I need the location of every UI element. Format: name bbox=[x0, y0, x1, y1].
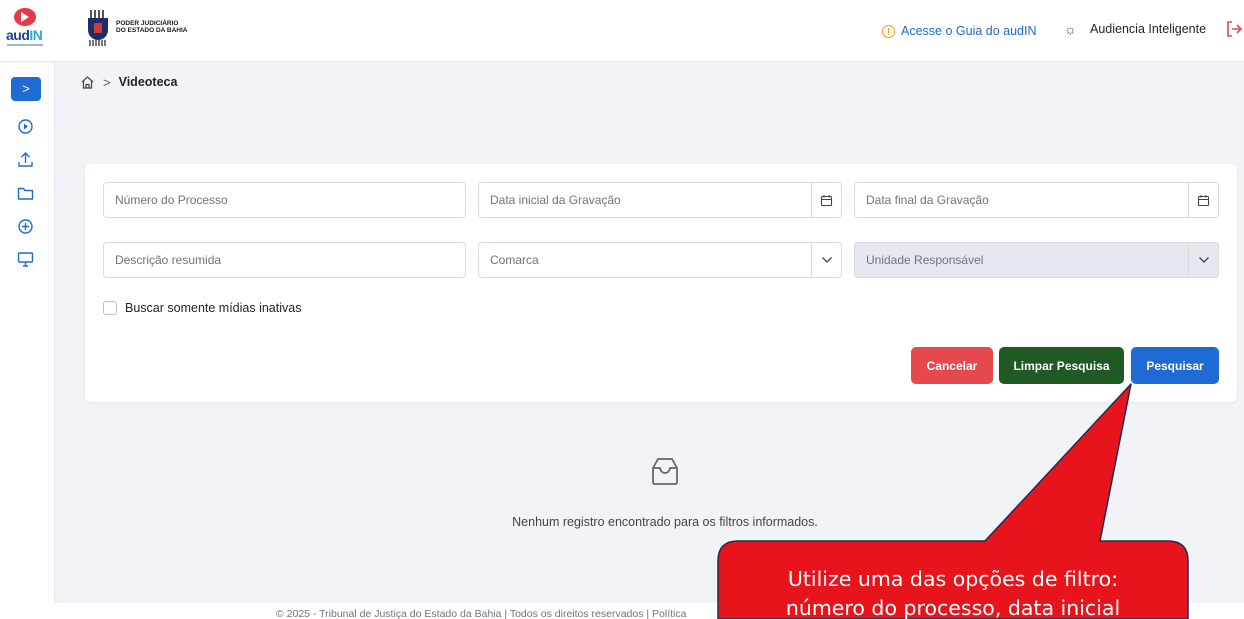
breadcrumb: > Videoteca bbox=[80, 73, 177, 91]
comarca-select[interactable]: Comarca bbox=[478, 242, 842, 278]
process-number-input[interactable]: Número do Processo bbox=[103, 182, 466, 218]
logout-icon[interactable] bbox=[1226, 20, 1242, 38]
start-date-placeholder: Data inicial da Gravação bbox=[490, 193, 621, 207]
folder-icon[interactable] bbox=[17, 185, 34, 202]
description-placeholder: Descrição resumida bbox=[115, 253, 222, 267]
logo-wordmark: audIN bbox=[6, 27, 43, 43]
start-date-input[interactable]: Data inicial da Gravação bbox=[478, 182, 842, 218]
audin-logo[interactable]: audIN bbox=[6, 8, 43, 52]
clear-search-button[interactable]: Limpar Pesquisa bbox=[999, 347, 1124, 384]
play-circle-icon[interactable] bbox=[17, 118, 34, 135]
guide-link[interactable]: Acesse o Guia do audIN bbox=[882, 20, 1037, 42]
home-icon[interactable] bbox=[80, 75, 95, 90]
cancel-button[interactable]: Cancelar bbox=[911, 347, 993, 384]
top-header: audIN PODER JUDICIÁRIO DO ESTADO DA BAHI… bbox=[0, 0, 1244, 62]
description-input[interactable]: Descrição resumida bbox=[103, 242, 466, 278]
inactive-media-option[interactable]: Buscar somente mídias inativas bbox=[103, 301, 301, 315]
end-date-placeholder: Data final da Gravação bbox=[866, 193, 989, 207]
user-name[interactable]: Audiencia Inteligente bbox=[1090, 22, 1206, 36]
court-logo: PODER JUDICIÁRIO DO ESTADO DA BAHIA bbox=[86, 10, 202, 50]
court-name: PODER JUDICIÁRIO DO ESTADO DA BAHIA bbox=[116, 20, 188, 34]
sidebar: > bbox=[0, 63, 55, 603]
footer-text: © 2025 - Tribunal de Justiça do Estado d… bbox=[276, 608, 687, 619]
filter-card: Número do Processo Data inicial da Grava… bbox=[85, 164, 1237, 402]
breadcrumb-current: Videoteca bbox=[118, 75, 178, 89]
search-button[interactable]: Pesquisar bbox=[1131, 347, 1219, 384]
comarca-placeholder: Comarca bbox=[490, 253, 539, 267]
unit-select: Unidade Responsável bbox=[854, 242, 1219, 278]
callout-line-2: número do processo, data inicial bbox=[785, 596, 1121, 619]
calendar-icon[interactable] bbox=[811, 183, 841, 217]
chevron-down-icon bbox=[1188, 243, 1218, 277]
guide-link-label: Acesse o Guia do audIN bbox=[901, 24, 1037, 38]
upload-icon[interactable] bbox=[17, 151, 34, 168]
breadcrumb-separator: > bbox=[103, 74, 111, 90]
plus-circle-icon[interactable] bbox=[17, 218, 34, 235]
info-icon bbox=[882, 24, 895, 38]
logo-play-icon bbox=[21, 12, 29, 22]
monitor-icon[interactable] bbox=[17, 251, 34, 268]
theme-toggle-icon[interactable]: ☼ bbox=[1064, 21, 1077, 37]
unit-placeholder: Unidade Responsável bbox=[866, 253, 984, 267]
sidebar-toggle-button[interactable]: > bbox=[11, 77, 41, 101]
empty-state-message: Nenhum registro encontrado para os filtr… bbox=[512, 515, 818, 529]
court-crest-icon bbox=[86, 10, 110, 48]
calendar-icon[interactable] bbox=[1188, 183, 1218, 217]
callout-text: Utilize uma das opções de filtro: número… bbox=[718, 565, 1188, 619]
inactive-media-label: Buscar somente mídias inativas bbox=[125, 301, 302, 315]
empty-inbox-icon bbox=[652, 458, 678, 485]
logo-tagline-bar bbox=[7, 44, 43, 46]
end-date-input[interactable]: Data final da Gravação bbox=[854, 182, 1219, 218]
process-number-placeholder: Número do Processo bbox=[115, 193, 228, 207]
inactive-media-checkbox[interactable] bbox=[103, 301, 117, 315]
chevron-down-icon[interactable] bbox=[811, 243, 841, 277]
callout-line-1: Utilize uma das opções de filtro: bbox=[787, 567, 1119, 591]
